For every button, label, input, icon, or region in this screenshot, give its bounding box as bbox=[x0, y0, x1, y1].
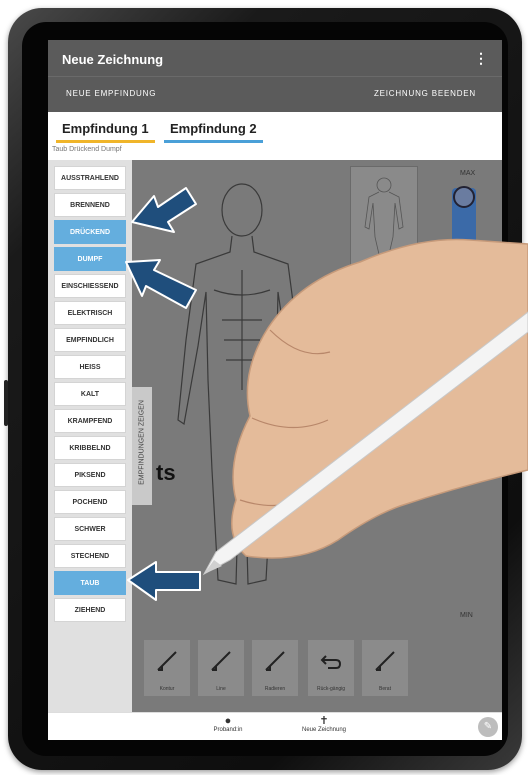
page-title: Neue Zeichnung bbox=[62, 52, 164, 67]
appbar-divider bbox=[48, 76, 502, 77]
bottom-navigation: ● Proband:in ✝ Neue Zeichnung ✎ bbox=[48, 712, 502, 740]
intensity-max-label: MAX bbox=[460, 170, 476, 177]
nav-new-drawing[interactable]: ✝ Neue Zeichnung bbox=[284, 715, 364, 733]
tool-undo[interactable]: Rück-gängig bbox=[308, 640, 354, 696]
intensity-min-label: MIN bbox=[460, 612, 473, 619]
body-front-figure bbox=[177, 183, 307, 585]
sensation-chip-pochend[interactable]: POCHEND bbox=[54, 490, 126, 514]
end-drawing-button[interactable]: ZEICHNUNG BEENDEN bbox=[374, 89, 476, 98]
show-sensations-label: EMPFINDUNGEN ZEIGEN bbox=[138, 400, 146, 485]
app-bar: Neue Zeichnung ⋮ NEUE EMPFINDUNG ZEICHNU… bbox=[48, 40, 502, 112]
nav-participant-label: Proband:in bbox=[213, 727, 243, 733]
partial-text: ts bbox=[156, 460, 176, 485]
sensation-chip-ausstrahlend[interactable]: AUSSTRAHLEND bbox=[54, 166, 126, 190]
sensation-chip-einschiessend[interactable]: EINSCHIESSEND bbox=[54, 274, 126, 298]
tool-contour-label: Kontur bbox=[159, 686, 175, 692]
tab-sensation-1[interactable]: Empfindung 1 bbox=[56, 119, 155, 143]
sensation-chip-stechend[interactable]: STECHEND bbox=[54, 544, 126, 568]
nav-new-drawing-label: Neue Zeichnung bbox=[301, 727, 347, 733]
undo-icon bbox=[320, 655, 342, 669]
new-sensation-button[interactable]: NEUE EMPFINDUNG bbox=[66, 89, 156, 98]
sensation-chip-piksend[interactable]: PIKSEND bbox=[54, 463, 126, 487]
show-sensations-tab[interactable]: EMPFINDUNGEN ZEIGEN bbox=[132, 387, 152, 505]
eraser-icon bbox=[265, 651, 285, 671]
tool-contour[interactable]: Kontur bbox=[144, 640, 190, 696]
nav-participant[interactable]: ● Proband:in bbox=[188, 715, 268, 733]
drawing-canvas[interactable]: RÜCKANSICHT MAX MIN EMPFINDUNGEN ZEIGEN … bbox=[132, 160, 502, 712]
tool-eraser[interactable]: Radieren bbox=[252, 640, 298, 696]
sensation-chip-dumpf[interactable]: DUMPF bbox=[54, 247, 126, 271]
tool-eraser-label: Radieren bbox=[264, 686, 286, 692]
brush-icon bbox=[157, 651, 177, 671]
sensation-tabs: Empfindung 1 Empfindung 2 bbox=[48, 112, 502, 144]
brush-icon bbox=[211, 651, 231, 671]
tab-sensation-2[interactable]: Empfindung 2 bbox=[164, 119, 263, 143]
sensation-chip-heiss[interactable]: HEISS bbox=[54, 355, 126, 379]
tool-line[interactable]: Line bbox=[198, 640, 244, 696]
sensation-chip-empfindlich[interactable]: EMPFINDLICH bbox=[54, 328, 126, 352]
sensation-chip-kalt[interactable]: KALT bbox=[54, 382, 126, 406]
tool-berat[interactable]: Berat bbox=[362, 640, 408, 696]
intensity-slider-knob[interactable] bbox=[453, 186, 475, 208]
body-back-thumbnail bbox=[364, 177, 404, 264]
overflow-menu-icon[interactable]: ⋮ bbox=[474, 50, 488, 67]
sensation-chip-schwer[interactable]: SCHWER bbox=[54, 517, 126, 541]
sensation-chip-elektrisch[interactable]: ELEKTRISCH bbox=[54, 301, 126, 325]
tool-undo-label: Rück-gängig bbox=[316, 686, 346, 692]
app-screen: Neue Zeichnung ⋮ NEUE EMPFINDUNG ZEICHNU… bbox=[48, 40, 502, 740]
selected-tags: Taub Drückend Dumpf bbox=[52, 146, 122, 153]
sensation-chip-brennend[interactable]: BRENNEND bbox=[54, 193, 126, 217]
person-icon: ● bbox=[224, 715, 232, 727]
sensation-chip-drueckend[interactable]: DRÜCKEND bbox=[54, 220, 126, 244]
figure-icon: ✝ bbox=[319, 715, 329, 727]
back-view-label: RÜCKANSICHT bbox=[354, 266, 405, 273]
sensation-chip-kribbelnd[interactable]: KRIBBELND bbox=[54, 436, 126, 460]
sensation-list: AUSSTRAHLEND BRENNEND DRÜCKEND DUMPF EIN… bbox=[48, 160, 132, 712]
sensation-chip-taub[interactable]: TAUB bbox=[54, 571, 126, 595]
tool-berat-label: Berat bbox=[379, 686, 391, 692]
tool-line-label: Line bbox=[216, 686, 226, 692]
edit-fab-icon[interactable]: ✎ bbox=[478, 717, 498, 737]
tablet-side-button bbox=[4, 380, 8, 426]
sensation-chip-ziehend[interactable]: ZIEHEND bbox=[54, 598, 126, 622]
sensation-chip-krampfend[interactable]: KRAMPFEND bbox=[54, 409, 126, 433]
brush-icon bbox=[375, 651, 395, 671]
